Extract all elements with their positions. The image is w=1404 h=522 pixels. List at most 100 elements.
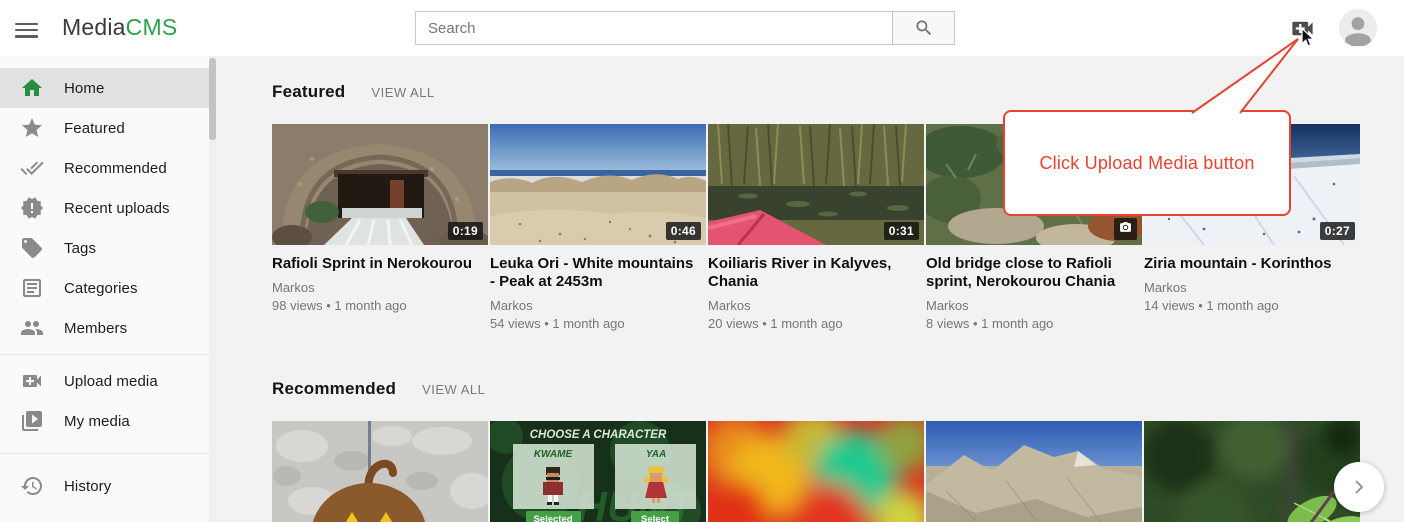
sidebar-item-tags[interactable]: Tags (0, 228, 216, 268)
thumbnail-image (272, 421, 488, 522)
new-releases-icon (20, 196, 44, 220)
video-author[interactable]: Markos (1144, 279, 1360, 297)
hamburger-menu-icon[interactable] (15, 17, 39, 39)
sidebar-item-home[interactable]: Home (0, 68, 216, 108)
sidebar-item-recommended[interactable]: Recommended (0, 148, 216, 188)
video-author[interactable]: Markos (926, 297, 1142, 315)
search-icon (914, 18, 934, 38)
upload-media-icon (20, 369, 44, 393)
sidebar-item-history[interactable]: History (0, 466, 216, 506)
sidebar-item-label: Tags (64, 240, 96, 257)
sidebar-scrollbar-track (209, 56, 216, 522)
video-thumbnail[interactable] (926, 421, 1142, 522)
video-meta: 14 views • 1 month ago (1144, 297, 1360, 315)
sidebar-divider (0, 354, 216, 355)
annotation-text: Click Upload Media button (1039, 153, 1254, 174)
thumbnail-image (926, 421, 1142, 522)
media-card: 0:19 Rafioli Sprint in Nerokourou Markos98… (272, 124, 488, 333)
upload-media-button[interactable] (1289, 15, 1316, 42)
video-meta: 98 views • 1 month ago (272, 297, 488, 315)
media-card (272, 421, 488, 522)
sidebar-item-featured[interactable]: Featured (0, 108, 216, 148)
game-select-button: Select (641, 514, 670, 522)
video-thumbnail[interactable]: HUNTCHOOSE A CHARACTERKWAMEYAASelectedSe… (490, 421, 706, 522)
top-bar: MediaCMS (0, 0, 1404, 56)
video-meta: 20 views • 1 month ago (708, 315, 924, 333)
carousel-next-button[interactable] (1334, 462, 1384, 512)
tag-icon (20, 236, 44, 260)
video-title[interactable]: Old bridge close to Rafioli sprint, Nero… (926, 255, 1142, 291)
search-button[interactable] (892, 11, 955, 45)
sidebar-item-label: Upload media (64, 373, 158, 390)
video-author[interactable]: Markos (708, 297, 924, 315)
sidebar-item-my-media[interactable]: My media (0, 401, 216, 441)
video-title[interactable]: Rafioli Sprint in Nerokourou (272, 255, 488, 273)
duration-badge: 0:46 (666, 222, 701, 240)
members-icon (20, 316, 44, 340)
annotation-callout: Click Upload Media button (1003, 110, 1291, 216)
upload-media-icon (1289, 15, 1316, 42)
media-card: 0:46 Leuka Ori - White mountains - Peak a… (490, 124, 706, 333)
categories-icon (20, 276, 44, 300)
view-all-link[interactable]: VIEW ALL (371, 85, 434, 100)
sidebar-item-categories[interactable]: Categories (0, 268, 216, 308)
video-thumbnail[interactable]: 0:19 (272, 124, 488, 245)
video-title[interactable]: Koiliaris River in Kalyves, Chania (708, 255, 924, 291)
chevron-right-icon (1347, 475, 1371, 499)
duration-badge: 0:27 (1320, 222, 1355, 240)
sidebar-item-upload-media[interactable]: Upload media (0, 361, 216, 401)
section-title: Featured (272, 82, 345, 102)
star-icon (20, 116, 44, 140)
media-card: 0:31 Koiliaris River in Kalyves, Chania Ma… (708, 124, 924, 333)
duration-badge: 0:31 (884, 222, 919, 240)
section-title: Recommended (272, 379, 396, 399)
sidebar-item-label: Home (64, 80, 104, 97)
sidebar-item-label: Categories (64, 280, 138, 297)
history-icon (20, 474, 44, 498)
done-all-icon (20, 156, 44, 180)
sidebar-item-recent-uploads[interactable]: Recent uploads (0, 188, 216, 228)
video-thumbnail[interactable] (708, 421, 924, 522)
search-bar (415, 11, 955, 45)
photo-camera-icon (1119, 221, 1132, 234)
video-title[interactable]: Leuka Ori - White mountains - Peak at 24… (490, 255, 706, 291)
sidebar-item-members[interactable]: Members (0, 308, 216, 348)
home-icon (20, 76, 44, 100)
thumbnail-image (1144, 421, 1360, 522)
view-all-link[interactable]: VIEW ALL (422, 382, 485, 397)
sidebar: Home Featured Recommended Recent uploads Tag… (0, 56, 216, 522)
duration-badge: 0:19 (448, 222, 483, 240)
photo-type-badge (1114, 218, 1137, 240)
logo-text-cms: CMS (126, 14, 178, 40)
video-meta: 8 views • 1 month ago (926, 315, 1142, 333)
sidebar-item-label: Members (64, 320, 127, 337)
sidebar-divider (0, 453, 216, 454)
card-row: HUNTCHOOSE A CHARACTERKWAMEYAASelectedSe… (272, 421, 1404, 522)
video-thumbnail[interactable] (1144, 421, 1360, 522)
video-author[interactable]: Markos (490, 297, 706, 315)
sidebar-item-label: Featured (64, 120, 125, 137)
sidebar-item-label: History (64, 478, 111, 495)
video-title[interactable]: Ziria mountain - Korinthos (1144, 255, 1360, 273)
game-character-name: KWAME (534, 449, 573, 460)
sidebar-item-label: My media (64, 413, 130, 430)
video-thumbnail[interactable]: 0:31 (708, 124, 924, 245)
video-thumbnail[interactable] (272, 421, 488, 522)
video-author[interactable]: Markos (272, 279, 488, 297)
sidebar-scrollbar-thumb[interactable] (209, 58, 216, 140)
media-card (926, 421, 1142, 522)
mediacms-app: MediaCMS Home Featured Recommended Recent u… (0, 0, 1404, 522)
section-header: Recommended VIEW ALL (272, 379, 1404, 399)
thumbnail-image: HUNTCHOOSE A CHARACTERKWAMEYAASelectedSe… (490, 421, 706, 522)
video-meta: 54 views • 1 month ago (490, 315, 706, 333)
video-thumbnail[interactable]: 0:46 (490, 124, 706, 245)
section-header: Featured VIEW ALL (272, 82, 1404, 102)
user-avatar[interactable] (1339, 9, 1377, 47)
logo-text-media: Media (62, 14, 126, 40)
game-character-name: YAA (646, 449, 666, 460)
app-logo[interactable]: MediaCMS (62, 14, 177, 41)
sidebar-item-label: Recent uploads (64, 200, 170, 217)
media-card (1144, 421, 1360, 522)
search-input[interactable] (415, 11, 893, 45)
media-card: HUNTCHOOSE A CHARACTERKWAMEYAASelectedSe… (490, 421, 706, 522)
